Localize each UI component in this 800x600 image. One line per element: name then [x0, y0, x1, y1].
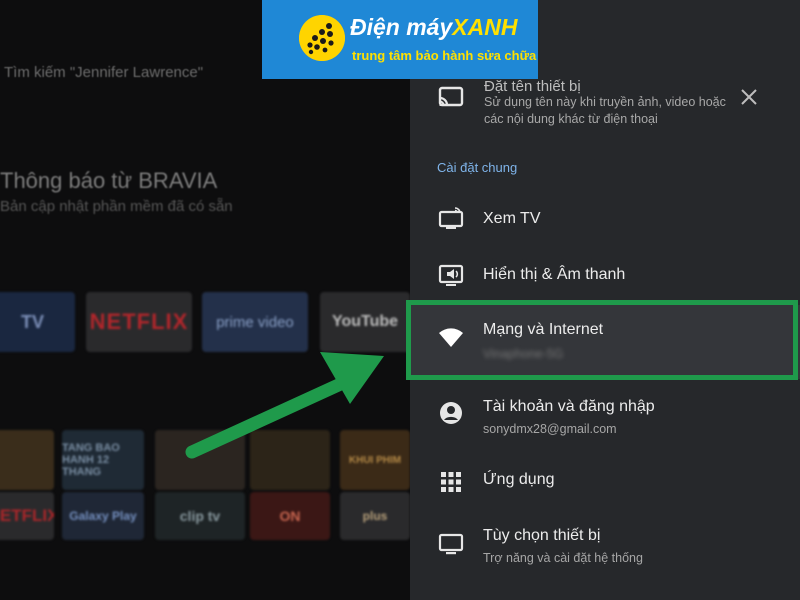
content-tile[interactable] [250, 430, 330, 490]
home-screen-background: Tìm kiếm "Jennifer Lawrence" Thông báo t… [0, 0, 410, 600]
device-name-title: Đặt tên thiết bị [484, 78, 581, 95]
settings-item-label: Hiển thị & Âm thanh [483, 266, 626, 283]
brand-banner: Điện máyXANH trung tâm bảo hành sửa chữa [262, 0, 538, 79]
app-tile-galaxy-play[interactable]: Galaxy Play [62, 492, 144, 540]
device-name-desc-line1: Sử dụng tên này khi truyền ảnh, video ho… [484, 95, 726, 109]
settings-item-accounts[interactable]: Tài khoản và đăng nhập sonydmx28@gmail.c… [410, 390, 800, 445]
settings-item-watch-tv[interactable]: Xem TV [410, 200, 800, 240]
app-tile-clip-tv[interactable]: clip tv [155, 492, 245, 540]
account-email: sonydmx28@gmail.com [483, 422, 617, 436]
settings-item-label: Tùy chọn thiết bị [483, 527, 601, 544]
content-tile[interactable] [0, 430, 54, 490]
brand-logo-icon [299, 15, 345, 61]
settings-item-label: Xem TV [483, 210, 541, 227]
content-tile[interactable] [155, 430, 245, 490]
app-tile-youtube[interactable]: YouTube [320, 292, 410, 352]
content-tile[interactable]: TANG BAO HANH 12 THANG [62, 430, 144, 490]
app-tile-netflix-2[interactable]: NETFLIX [0, 492, 54, 540]
cast-icon [438, 86, 464, 107]
brand-name-accent: XANH [452, 14, 518, 40]
notification-subtitle: Bản cập nhật phần mềm đã có sẵn [0, 198, 233, 215]
app-tile-extra[interactable]: plus [340, 492, 410, 540]
app-tile-netflix[interactable]: NETFLIX [86, 292, 192, 352]
display-sound-icon [438, 263, 464, 289]
settings-item-device-preferences[interactable]: Tùy chọn thiết bị Trợ năng và cài đặt hệ… [410, 520, 800, 575]
app-tile-prime-video[interactable]: prime video [202, 292, 308, 352]
app-tile-tv[interactable]: TV [0, 292, 75, 352]
device-preferences-desc: Trợ năng và cài đặt hệ thống [483, 551, 643, 565]
section-label-general: Cài đặt chung [437, 160, 518, 175]
close-icon[interactable] [740, 88, 758, 106]
account-icon [438, 400, 464, 426]
device-name-desc-line2: các nội dung khác từ điện thoại [484, 112, 658, 126]
apps-grid-icon [438, 469, 464, 495]
settings-item-apps[interactable]: Ứng dụng [410, 465, 800, 505]
brand-name: Điện máyXANH [350, 14, 517, 41]
app-tile-on[interactable]: ON [250, 492, 330, 540]
brand-name-main: Điện máy [350, 14, 453, 40]
tv-antenna-icon [438, 206, 464, 232]
highlight-box [406, 300, 798, 380]
settings-item-label: Ứng dụng [483, 471, 555, 488]
brand-slogan: trung tâm bảo hành sửa chữa [352, 48, 537, 63]
notification-title: Thông báo từ BRAVIA [0, 168, 218, 193]
content-tile[interactable]: KHUI PHIM [340, 430, 410, 490]
settings-item-label: Tài khoản và đăng nhập [483, 398, 655, 415]
search-hint: Tìm kiếm "Jennifer Lawrence" [4, 64, 204, 81]
settings-item-display-sound[interactable]: Hiển thị & Âm thanh [410, 255, 800, 295]
monitor-icon [438, 532, 464, 558]
